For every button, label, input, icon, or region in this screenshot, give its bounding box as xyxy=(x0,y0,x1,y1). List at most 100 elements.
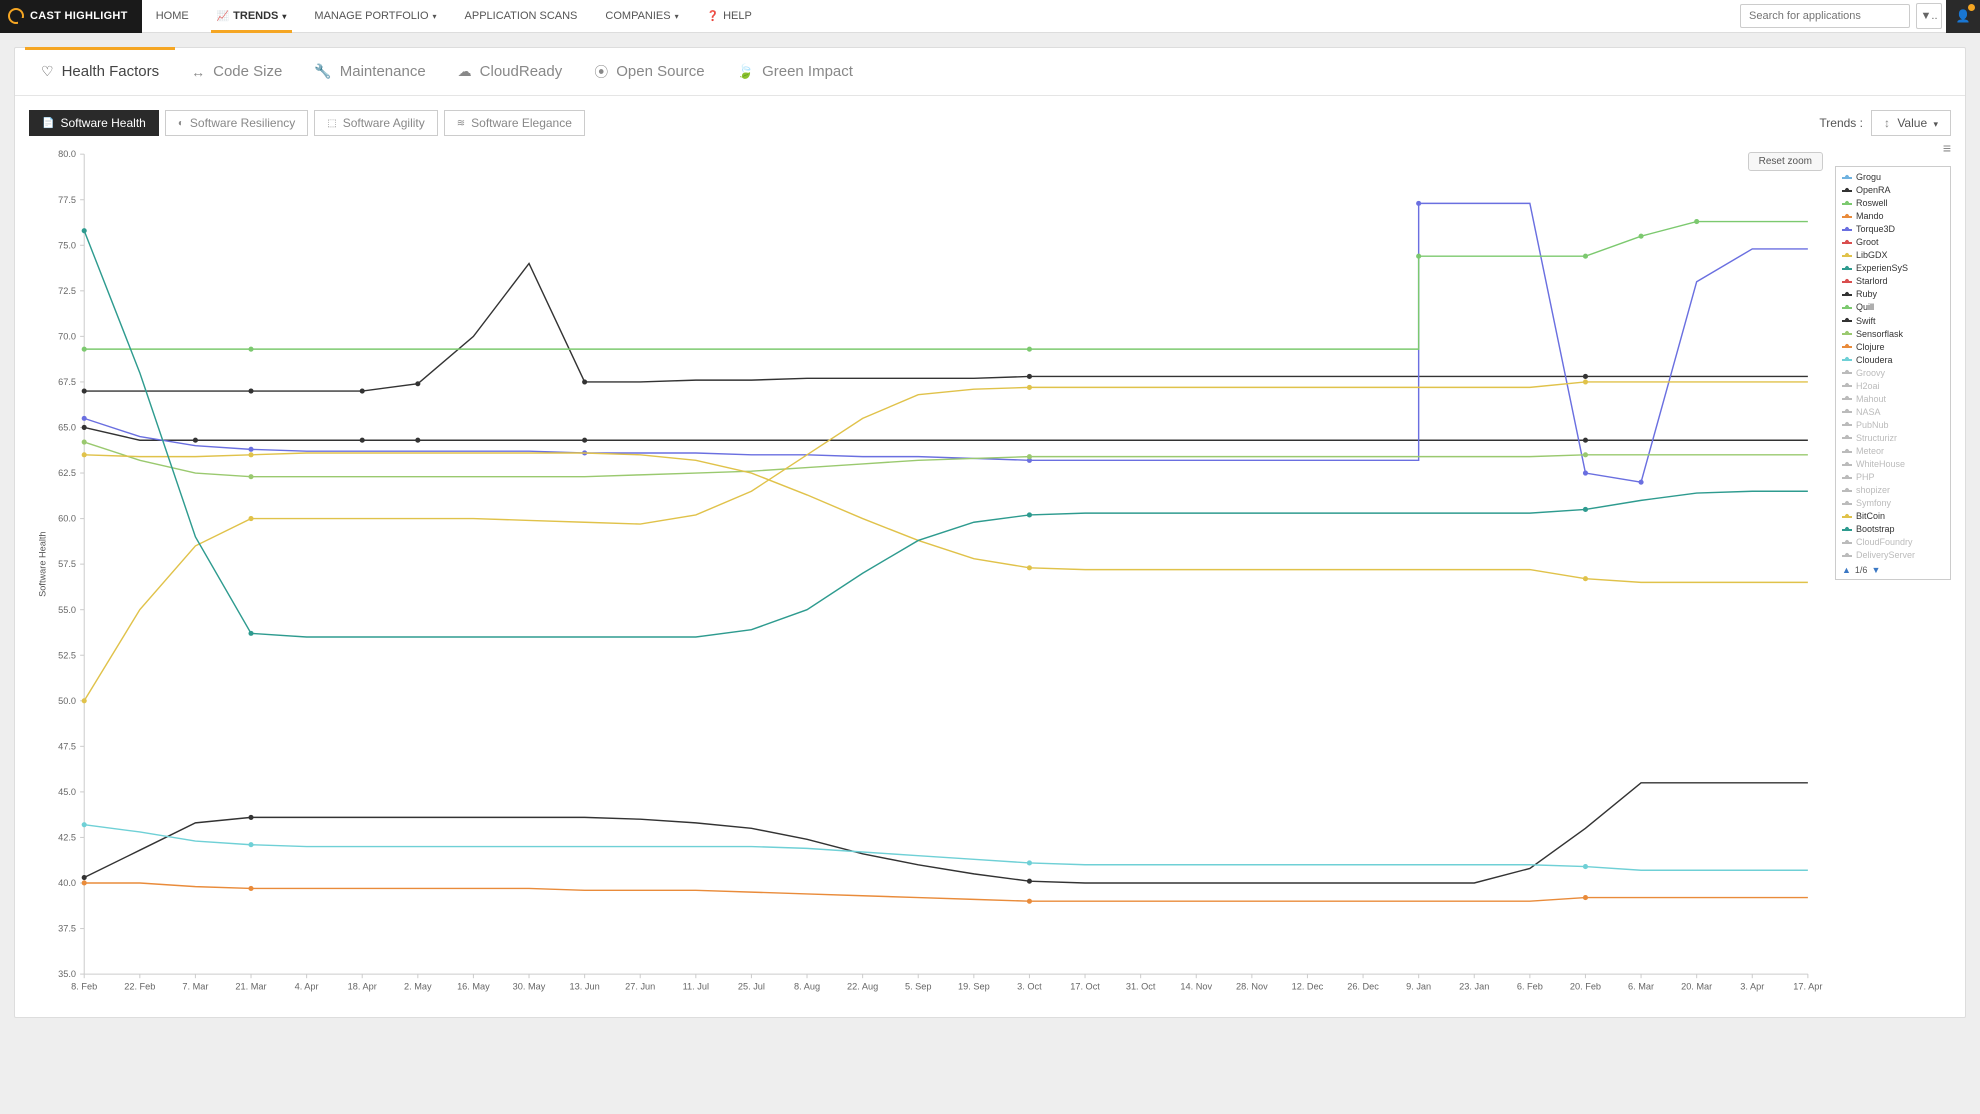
svg-text:4. Apr: 4. Apr xyxy=(295,981,319,991)
legend-item-roswell[interactable]: Roswell xyxy=(1842,197,1944,210)
chevron-down-icon: ▾ xyxy=(1933,119,1938,129)
svg-text:21. Mar: 21. Mar xyxy=(235,981,266,991)
legend-label: Symfony xyxy=(1856,497,1891,510)
legend-swatch xyxy=(1842,177,1852,179)
line-chart[interactable]: 35.037.540.042.545.047.550.052.555.057.5… xyxy=(29,146,1951,1003)
trends-label: Trends : xyxy=(1819,116,1863,130)
tab-green-impact[interactable]: 🍃Green Impact xyxy=(721,48,869,95)
chevron-down-icon: ▾ xyxy=(282,12,286,21)
legend-item-cloudera[interactable]: Cloudera xyxy=(1842,354,1944,367)
legend-item-clojure[interactable]: Clojure xyxy=(1842,341,1944,354)
reset-zoom-button[interactable]: Reset zoom xyxy=(1748,152,1823,171)
legend-item-sensorflask[interactable]: Sensorflask xyxy=(1842,328,1944,341)
svg-text:23. Jan: 23. Jan xyxy=(1459,981,1489,991)
nav-item-help[interactable]: ❓HELP xyxy=(693,0,766,32)
legend-prev[interactable]: ▲ xyxy=(1842,564,1851,577)
nav-item-trends[interactable]: 📈 TRENDS ▾ xyxy=(203,0,301,32)
brand-logo[interactable]: CAST HIGHLIGHT xyxy=(0,0,142,33)
search-input[interactable] xyxy=(1740,4,1910,28)
legend-item-ruby[interactable]: Ruby xyxy=(1842,288,1944,301)
nav-item-application-scans[interactable]: APPLICATION SCANS xyxy=(451,0,592,32)
legend-next[interactable]: ▼ xyxy=(1871,564,1880,577)
legend-item-shopizer[interactable]: shopizer xyxy=(1842,484,1944,497)
svg-text:37.5: 37.5 xyxy=(58,924,76,934)
svg-text:60.0: 60.0 xyxy=(58,514,76,524)
svg-text:8. Feb: 8. Feb xyxy=(71,981,97,991)
dash-icon: ⬚ xyxy=(327,118,336,129)
value-dropdown[interactable]: ↕ Value ▾ xyxy=(1871,110,1951,136)
legend-item-php[interactable]: PHP xyxy=(1842,471,1944,484)
legend-item-openra[interactable]: OpenRA xyxy=(1842,184,1944,197)
tab-label: CloudReady xyxy=(480,63,563,80)
legend-item-quill[interactable]: Quill xyxy=(1842,301,1944,314)
svg-text:2. May: 2. May xyxy=(404,981,432,991)
nav-item-manage-portfolio[interactable]: MANAGE PORTFOLIO▾ xyxy=(300,0,450,32)
legend-item-bootstrap[interactable]: Bootstrap xyxy=(1842,523,1944,536)
legend-item-groot[interactable]: Groot xyxy=(1842,236,1944,249)
legend-item-groovy[interactable]: Groovy xyxy=(1842,367,1944,380)
topbar-right: ▼.. 👤 xyxy=(1740,0,1980,32)
category-tabs: ♡Health Factors↔Code Size🔧Maintenance☁Cl… xyxy=(15,48,1965,96)
legend-item-libgdx[interactable]: LibGDX xyxy=(1842,249,1944,262)
svg-text:Software Health: Software Health xyxy=(37,531,47,596)
legend-item-pubnub[interactable]: PubNub xyxy=(1842,419,1944,432)
legend-swatch xyxy=(1842,542,1852,544)
legend-item-structurizr[interactable]: Structurizr xyxy=(1842,432,1944,445)
filter-button[interactable]: ▼.. xyxy=(1916,3,1942,29)
legend-label: Swift xyxy=(1856,315,1876,328)
legend-item-starlord[interactable]: Starlord xyxy=(1842,275,1944,288)
legend-item-whitehouse[interactable]: WhiteHouse xyxy=(1842,458,1944,471)
tab-code-size[interactable]: ↔Code Size xyxy=(175,48,298,95)
legend-item-symfony[interactable]: Symfony xyxy=(1842,497,1944,510)
legend-swatch xyxy=(1842,294,1852,296)
osi-icon: ⦿ xyxy=(594,62,608,82)
pill-software-resiliency[interactable]: ◐Software Resiliency xyxy=(165,110,308,136)
notification-badge xyxy=(1968,4,1975,11)
legend-swatch xyxy=(1842,320,1852,322)
tab-health-factors[interactable]: ♡Health Factors xyxy=(25,48,175,95)
nav-label: TRENDS xyxy=(233,10,278,22)
legend-swatch xyxy=(1842,372,1852,374)
topbar: CAST HIGHLIGHT HOME📈TRENDS▾MANAGE PORTFO… xyxy=(0,0,1980,33)
tab-label: Health Factors xyxy=(62,63,160,80)
trends-right: Trends : ↕ Value ▾ xyxy=(1819,110,1951,136)
legend-item-torque3d[interactable]: Torque3D xyxy=(1842,223,1944,236)
legend-item-experiensys[interactable]: ExperienSyS xyxy=(1842,262,1944,275)
tab-cloudready[interactable]: ☁CloudReady xyxy=(442,48,579,95)
tab-maintenance[interactable]: 🔧Maintenance xyxy=(298,48,441,95)
user-icon: 👤 xyxy=(1956,9,1971,23)
svg-text:22. Aug: 22. Aug xyxy=(847,981,878,991)
legend-swatch xyxy=(1842,529,1852,531)
pill-software-health[interactable]: 📄Software Health xyxy=(29,110,159,136)
legend-swatch xyxy=(1842,516,1852,518)
legend-item-mahout[interactable]: Mahout xyxy=(1842,393,1944,406)
legend-item-grogu[interactable]: Grogu xyxy=(1842,171,1944,184)
tab-open-source[interactable]: ⦿Open Source xyxy=(578,48,720,95)
chart-menu-button[interactable]: ≡ xyxy=(1943,140,1951,156)
legend-label: Bootstrap xyxy=(1856,523,1895,536)
legend-item-deliveryserver[interactable]: DeliveryServer xyxy=(1842,549,1944,562)
legend-item-meteor[interactable]: Meteor xyxy=(1842,445,1944,458)
pill-software-elegance[interactable]: ≋Software Elegance xyxy=(444,110,585,136)
legend-item-swift[interactable]: Swift xyxy=(1842,315,1944,328)
svg-text:5. Sep: 5. Sep xyxy=(905,981,932,991)
legend-item-cloudfoundry[interactable]: CloudFoundry xyxy=(1842,536,1944,549)
pill-software-agility[interactable]: ⬚Software Agility xyxy=(314,110,438,136)
legend-label: WhiteHouse xyxy=(1856,458,1905,471)
svg-text:3. Apr: 3. Apr xyxy=(1740,981,1764,991)
legend-item-h2oai[interactable]: H2oai xyxy=(1842,380,1944,393)
legend-swatch xyxy=(1842,359,1852,361)
legend-item-bitcoin[interactable]: BitCoin xyxy=(1842,510,1944,523)
nav-item-companies[interactable]: COMPANIES▾ xyxy=(591,0,692,32)
user-menu[interactable]: 👤 xyxy=(1946,0,1980,33)
svg-text:17. Oct: 17. Oct xyxy=(1070,981,1100,991)
chevron-down-icon: ▾ xyxy=(433,12,437,21)
legend-item-mando[interactable]: Mando xyxy=(1842,210,1944,223)
leaf-icon: 🍃 xyxy=(737,63,754,80)
svg-text:27. Jun: 27. Jun xyxy=(625,981,655,991)
nav-item-home[interactable]: HOME xyxy=(142,0,203,32)
legend-swatch xyxy=(1842,503,1852,505)
legend-item-nasa[interactable]: NASA xyxy=(1842,406,1944,419)
chart-icon: 📈 xyxy=(217,11,229,22)
svg-text:80.0: 80.0 xyxy=(58,149,76,159)
